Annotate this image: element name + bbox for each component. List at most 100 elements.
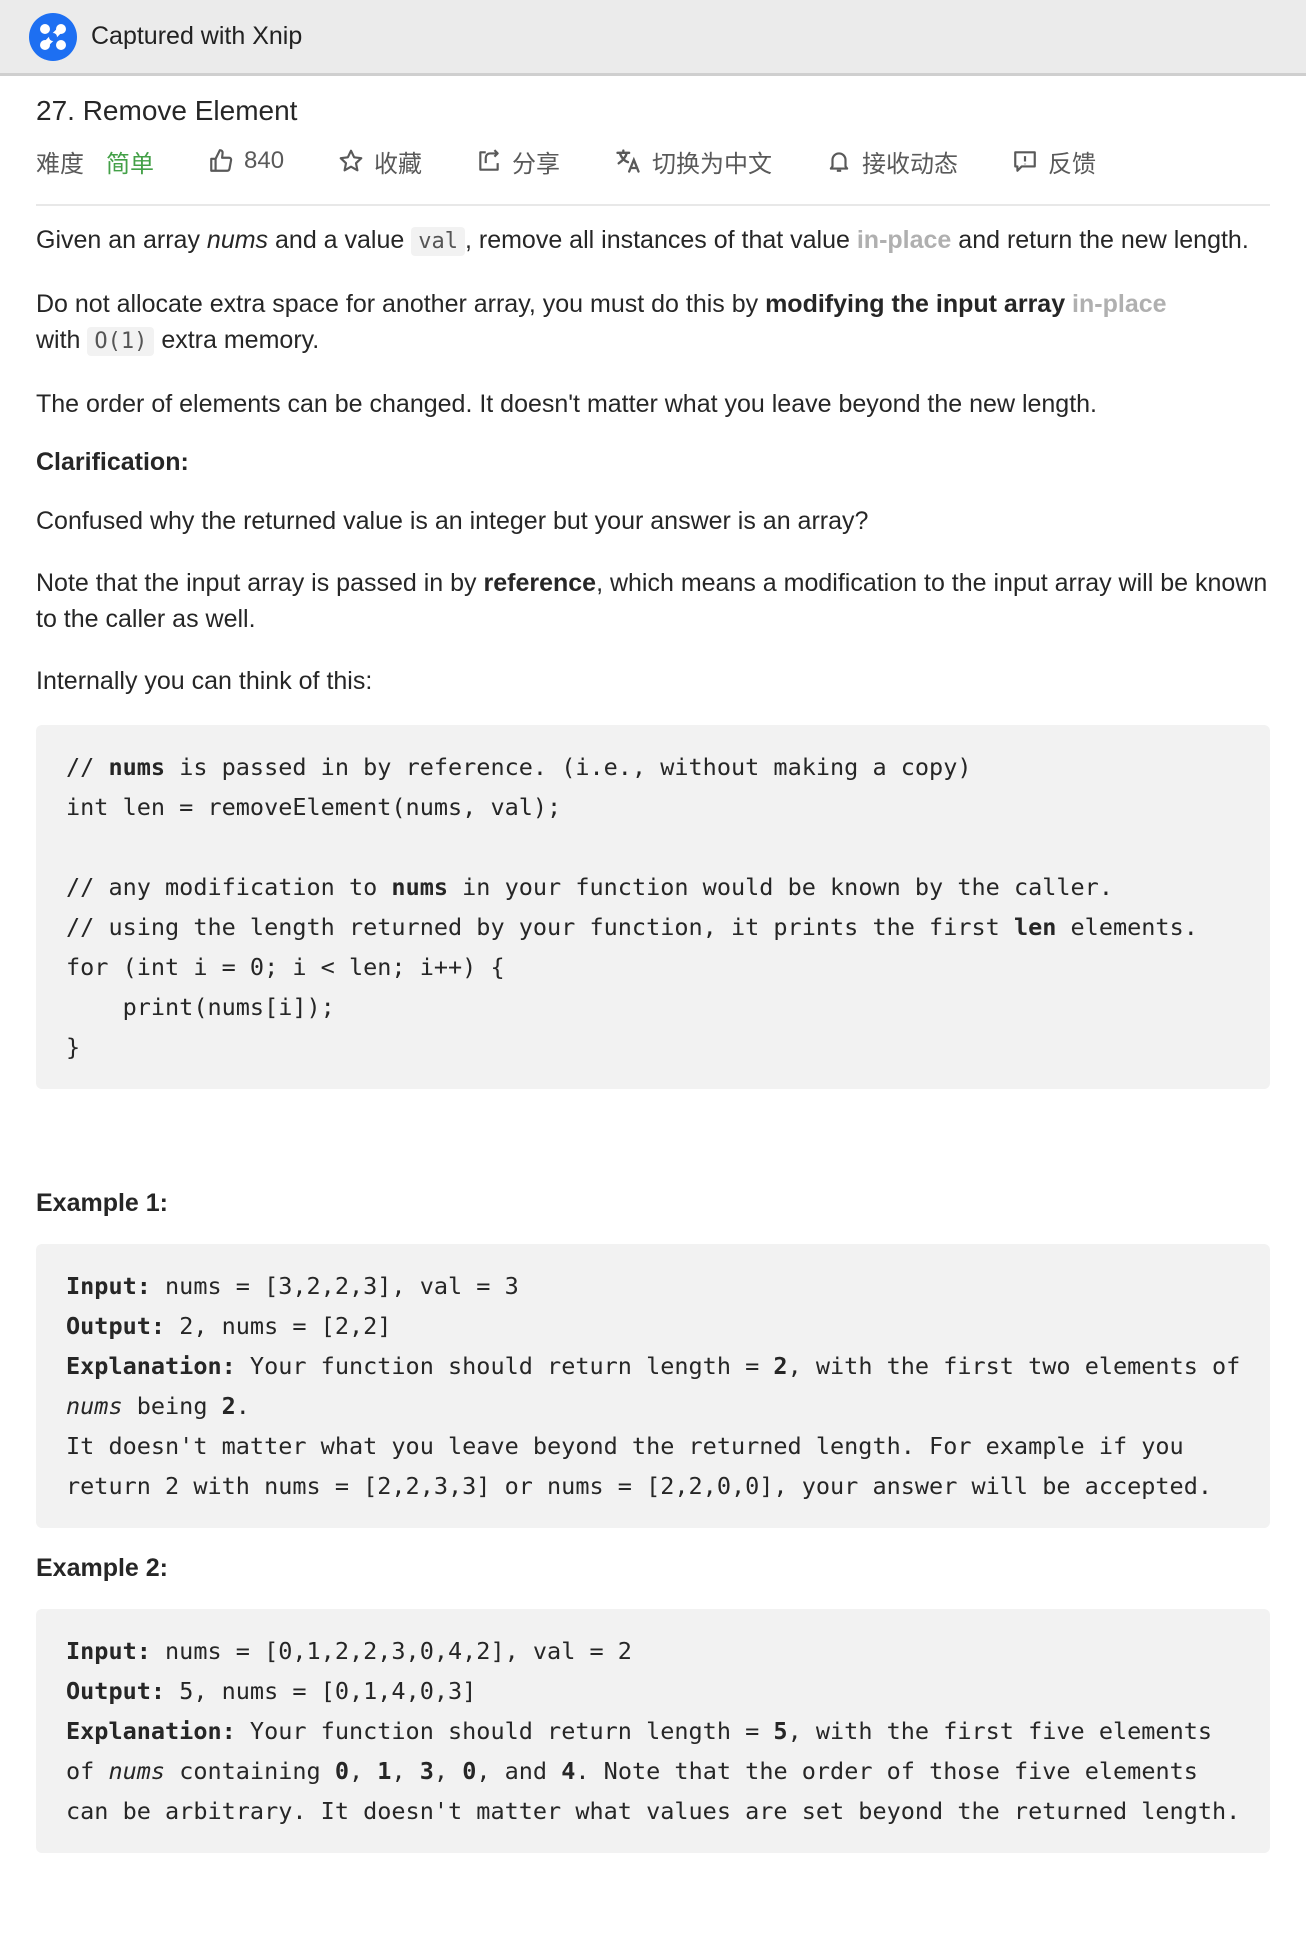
subscribe-button[interactable]: 接收动态: [826, 144, 958, 179]
explanation-text: It doesn't matter what you leave beyond …: [66, 1432, 1184, 1460]
text: , remove all instances of that value: [464, 226, 857, 254]
code-text: in your function would be known by the c…: [448, 873, 1113, 901]
favorite-button[interactable]: 收藏: [338, 144, 422, 179]
output-label: Output:: [66, 1677, 166, 1705]
difficulty-label: 难度: [36, 150, 84, 178]
text: with: [36, 326, 88, 354]
text: Given an array: [36, 226, 207, 254]
difficulty-badge: 简单: [106, 150, 154, 178]
clarification-paragraph-2: Note that the input array is passed in b…: [36, 565, 1270, 637]
explanation-text: , with the first two elements of: [787, 1352, 1241, 1380]
inline-code-o1: O(1): [87, 327, 155, 356]
share-label: 分享: [512, 150, 561, 178]
problem-toolbar: 难度 简单 840 收藏 分享 切换为中文 接收动态 反馈: [36, 132, 1270, 206]
text-bold: modifying the input array: [765, 290, 1066, 318]
explanation-text: ,: [433, 1757, 463, 1785]
text-nums-italic: nums: [206, 226, 269, 254]
code-text: is passed in by reference. (i.e., withou…: [165, 753, 972, 781]
input-label: Input:: [66, 1637, 151, 1665]
explanation-text: Your function should return length =: [235, 1717, 774, 1745]
clarification-paragraph-3: Internally you can think of this:: [36, 667, 373, 695]
example-1-block: Input: nums = [3,2,2,3], val = 3 Output:…: [36, 1244, 1270, 1528]
like-count: 840: [244, 147, 285, 174]
thumbs-up-icon: [210, 149, 233, 172]
feedback-button[interactable]: 反馈: [1012, 144, 1096, 179]
code-bold: len: [1013, 913, 1057, 941]
code-text: //: [66, 753, 109, 781]
explanation-text: of: [66, 1757, 109, 1785]
in-place-link[interactable]: in-place: [857, 226, 951, 254]
explanation-bold: 1: [377, 1757, 392, 1785]
share-button[interactable]: 分享: [476, 144, 560, 179]
window-title: Captured with Xnip: [91, 22, 303, 50]
code-line: int len = removeElement(nums, val);: [66, 793, 562, 821]
switch-language-label: 切换为中文: [652, 150, 773, 178]
code-line: print(nums[i]);: [66, 993, 335, 1021]
input-value: nums = [3,2,2,3], val = 3: [150, 1272, 519, 1300]
input-label: Input:: [66, 1272, 151, 1300]
text-bold: reference: [483, 569, 597, 597]
text: extra memory.: [154, 326, 320, 354]
code-text: // any modification to: [66, 873, 392, 901]
feedback-label: 反馈: [1048, 150, 1097, 178]
explanation-text: ,: [348, 1757, 378, 1785]
star-icon: [339, 149, 363, 172]
share-icon: [479, 149, 499, 171]
explanation-text: return 2 with nums = [2,2,3,3] or nums =…: [66, 1472, 1213, 1500]
explanation-text: can be arbitrary. It doesn't matter what…: [66, 1797, 1241, 1825]
output-label: Output:: [66, 1312, 166, 1340]
explanation-label: Explanation:: [66, 1352, 236, 1380]
example-2-heading: Example 2:: [36, 1554, 169, 1582]
input-value: nums = [0,1,2,2,3,0,4,2], val = 2: [150, 1637, 632, 1665]
explanation-bold: 2: [221, 1392, 236, 1420]
explanation-bold: 0: [334, 1757, 349, 1785]
title-bar: Captured with Xnip: [0, 0, 1306, 76]
output-value: 5, nums = [0,1,4,0,3]: [165, 1677, 477, 1705]
translate-icon: [616, 149, 640, 173]
example-2-block: Input: nums = [0,1,2,2,3,0,4,2], val = 2…: [36, 1609, 1270, 1853]
explanation-text: Your function should return length =: [235, 1352, 774, 1380]
like-button[interactable]: 840: [208, 147, 284, 175]
text: Note that the input array is passed in b…: [36, 569, 484, 597]
problem-title: 27. Remove Element: [36, 95, 298, 126]
in-place-link[interactable]: in-place: [1065, 290, 1166, 318]
difficulty: 难度 简单: [36, 144, 154, 179]
explanation-italic: nums: [108, 1757, 166, 1785]
code-line: for (int i = 0; i < len; i++) {: [66, 953, 505, 981]
description-paragraph-3: The order of elements can be changed. It…: [36, 390, 1097, 418]
explanation-text: ,: [391, 1757, 420, 1785]
text: and return the new length.: [951, 226, 1249, 254]
xnip-logo-icon: [29, 12, 77, 61]
description-paragraph-1: Given an array nums and a value val, rem…: [36, 222, 1270, 260]
explanation-bold: 2: [773, 1352, 788, 1380]
clarification-paragraph-1: Confused why the returned value is an in…: [36, 507, 869, 535]
example-1-heading: Example 1:: [36, 1189, 169, 1217]
explanation-text: being: [122, 1392, 222, 1420]
explanation-text: , with the first five elements: [787, 1717, 1213, 1745]
explanation-bold: 3: [419, 1757, 434, 1785]
explanation-text: .: [235, 1392, 250, 1420]
inline-code-val: val: [411, 227, 465, 256]
explanation-text: , and: [476, 1757, 562, 1785]
text: Do not allocate extra space for another …: [36, 290, 766, 318]
code-bold: nums: [108, 753, 166, 781]
explanation-bold: 4: [561, 1757, 576, 1785]
output-value: 2, nums = [2,2]: [165, 1312, 392, 1340]
code-line: }: [66, 1033, 81, 1061]
subscribe-label: 接收动态: [862, 150, 959, 178]
explanation-bold: 0: [462, 1757, 477, 1785]
problem-content: 27. Remove Element 难度 简单 840 收藏 分享 切换为中文…: [0, 90, 1306, 1853]
explanation-text: . Note that the order of those five elem…: [575, 1757, 1198, 1785]
bell-icon: [829, 152, 849, 172]
explanation-text: containing: [165, 1757, 335, 1785]
explanation-italic: nums: [66, 1392, 123, 1420]
switch-language-button[interactable]: 切换为中文: [614, 144, 772, 179]
code-text: elements.: [1056, 913, 1198, 941]
code-bold: nums: [391, 873, 449, 901]
code-text: // using the length returned by your fun…: [66, 913, 1014, 941]
explanation-bold: 5: [773, 1717, 788, 1745]
code-block-internal: // nums is passed in by reference. (i.e.…: [36, 725, 1270, 1089]
description-paragraph-2: Do not allocate extra space for another …: [36, 286, 1270, 360]
explanation-label: Explanation:: [66, 1717, 236, 1745]
clarification-heading: Clarification:: [36, 448, 189, 476]
